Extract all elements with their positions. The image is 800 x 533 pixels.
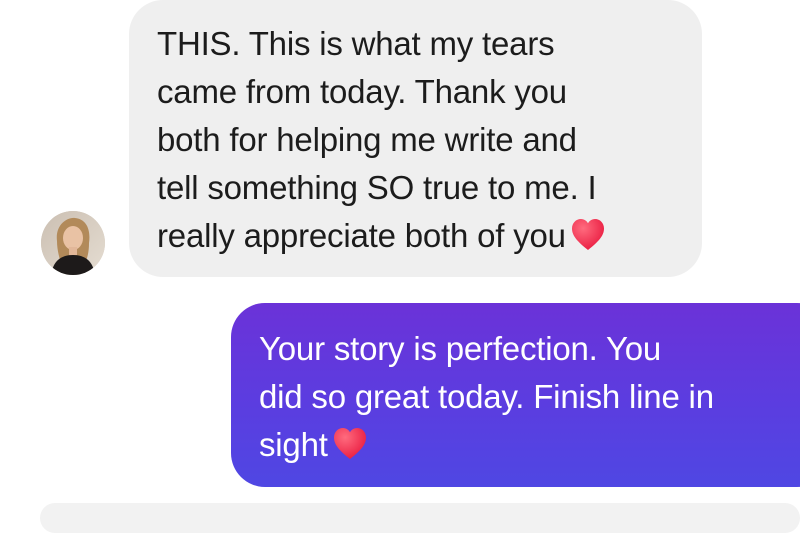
avatar-photo xyxy=(41,211,105,275)
incoming-message-text: THIS. This is what my tears came from to… xyxy=(157,25,597,254)
message-thread: THIS. This is what my tears came from to… xyxy=(0,0,800,533)
incoming-message-bubble[interactable]: THIS. This is what my tears came from to… xyxy=(129,0,702,277)
red-heart-icon xyxy=(333,428,366,459)
red-heart-icon xyxy=(571,219,604,250)
next-message-bubble-partial[interactable] xyxy=(40,503,800,533)
sender-avatar[interactable] xyxy=(41,211,105,275)
outgoing-message-text: Your story is perfection. You did so gre… xyxy=(259,330,714,463)
outgoing-message-bubble[interactable]: Your story is perfection. You did so gre… xyxy=(231,303,800,487)
